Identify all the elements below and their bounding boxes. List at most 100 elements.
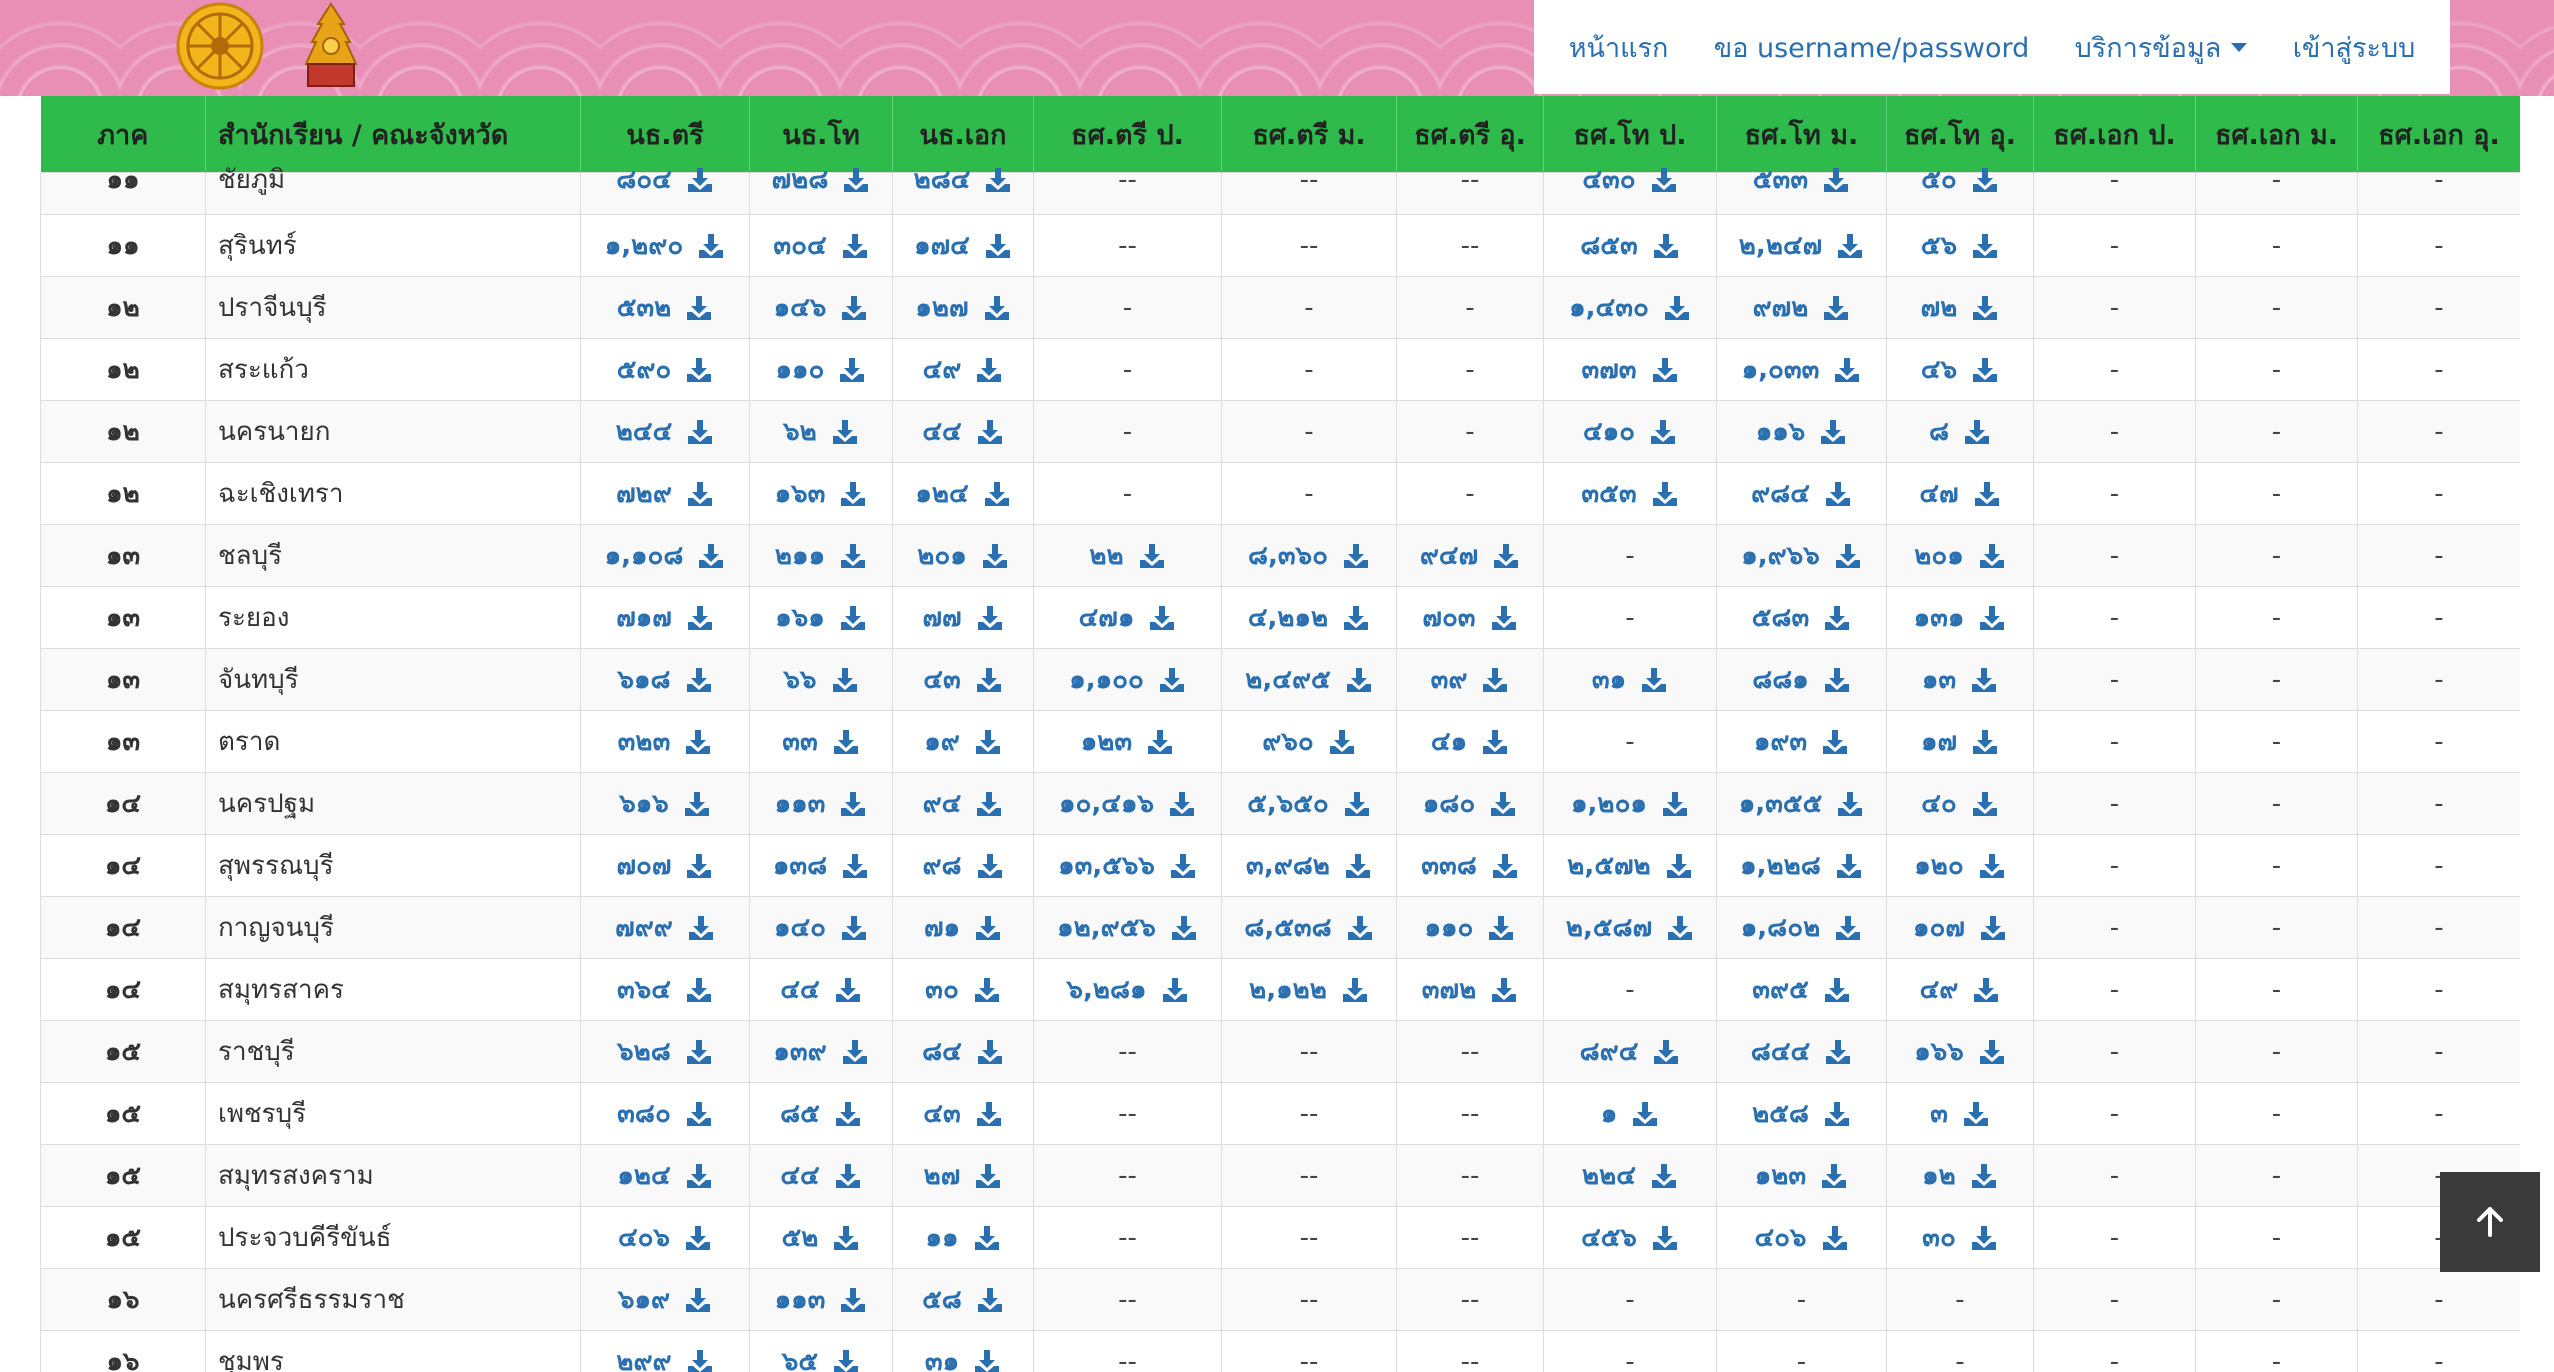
download-icon[interactable] bbox=[841, 1038, 869, 1066]
download-link[interactable]: ๔๓ bbox=[923, 1093, 1002, 1134]
download-link[interactable]: ๙๘๔ bbox=[1751, 473, 1852, 514]
download-icon[interactable] bbox=[686, 480, 714, 508]
download-link[interactable]: ๔๗ bbox=[1919, 473, 2000, 514]
download-icon[interactable] bbox=[1663, 294, 1691, 322]
download-icon[interactable] bbox=[1492, 542, 1520, 570]
download-icon[interactable] bbox=[842, 166, 870, 194]
download-icon[interactable] bbox=[839, 480, 867, 508]
download-icon[interactable] bbox=[1971, 232, 1999, 260]
download-link[interactable]: ๑๗๔ bbox=[914, 225, 1012, 266]
download-link[interactable]: ๑๓ bbox=[1922, 659, 1998, 700]
download-icon[interactable] bbox=[841, 852, 869, 880]
download-icon[interactable] bbox=[1652, 232, 1680, 260]
download-icon[interactable] bbox=[975, 1100, 1003, 1128]
download-link[interactable]: ๔๙ bbox=[1920, 969, 2001, 1010]
nav-login-link[interactable]: เข้าสู่ระบบ bbox=[2293, 26, 2416, 69]
download-icon[interactable] bbox=[1971, 294, 1999, 322]
download-icon[interactable] bbox=[1978, 542, 2006, 570]
download-icon[interactable] bbox=[697, 542, 725, 570]
download-link[interactable]: ๖๑๖ bbox=[619, 783, 711, 824]
download-icon[interactable] bbox=[1170, 914, 1198, 942]
download-icon[interactable] bbox=[1971, 728, 1999, 756]
download-link[interactable]: ๑๐๗ bbox=[1913, 907, 2007, 948]
download-link[interactable]: ๗๒๘ bbox=[772, 159, 871, 200]
download-link[interactable]: ๒๒๔ bbox=[1582, 1155, 1678, 1196]
download-link[interactable]: ๔๔ bbox=[780, 969, 861, 1010]
download-link[interactable]: ๓๓ bbox=[782, 721, 860, 762]
download-icon[interactable] bbox=[975, 356, 1003, 384]
download-link[interactable]: ๑,๒๐๑ bbox=[1571, 783, 1689, 824]
download-link[interactable]: ๕๖ bbox=[1921, 225, 1999, 266]
download-icon[interactable] bbox=[1341, 976, 1369, 1004]
download-icon[interactable] bbox=[1346, 914, 1374, 942]
download-icon[interactable] bbox=[1650, 166, 1678, 194]
download-icon[interactable] bbox=[1836, 232, 1864, 260]
download-icon[interactable] bbox=[686, 418, 714, 446]
results-table-container[interactable]: ภาค สำนักเรียน / คณะจังหวัด นธ.ตรี นธ.โท นธ.… bbox=[40, 96, 2520, 1372]
download-link[interactable]: ๔๓ bbox=[923, 659, 1002, 700]
download-link[interactable]: ๑,๔๓๐ bbox=[1569, 287, 1691, 328]
download-icon[interactable] bbox=[1146, 728, 1174, 756]
download-icon[interactable] bbox=[1342, 604, 1370, 632]
nav-home-link[interactable]: หน้าแรก bbox=[1569, 26, 1669, 69]
download-link[interactable]: ๕๓๒ bbox=[617, 287, 714, 328]
download-link[interactable]: ๒๒ bbox=[1089, 535, 1165, 576]
download-link[interactable]: ๑,๑๐๘ bbox=[605, 535, 726, 576]
download-icon[interactable] bbox=[1640, 666, 1668, 694]
download-icon[interactable] bbox=[976, 1038, 1004, 1066]
download-icon[interactable] bbox=[975, 666, 1003, 694]
download-link[interactable]: ๑๒๓ bbox=[1755, 1155, 1848, 1196]
download-icon[interactable] bbox=[1835, 852, 1863, 880]
download-icon[interactable] bbox=[1490, 976, 1518, 1004]
download-icon[interactable] bbox=[840, 914, 868, 942]
download-link[interactable]: ๑๒๗ bbox=[915, 287, 1010, 328]
download-link[interactable]: ๙๔ bbox=[923, 783, 1004, 824]
download-link[interactable]: ๘๕ bbox=[780, 1093, 862, 1134]
download-icon[interactable] bbox=[981, 542, 1009, 570]
download-icon[interactable] bbox=[1836, 790, 1864, 818]
download-icon[interactable] bbox=[839, 604, 867, 632]
download-link[interactable]: ๗๑๗ bbox=[616, 597, 714, 638]
download-icon[interactable] bbox=[1973, 480, 2001, 508]
download-icon[interactable] bbox=[1169, 852, 1197, 880]
download-icon[interactable] bbox=[1328, 728, 1356, 756]
download-link[interactable]: ๑๒,๙๕๖ bbox=[1057, 907, 1198, 948]
download-link[interactable]: ๔๓๐ bbox=[1582, 159, 1677, 200]
download-link[interactable]: ๒๗ bbox=[924, 1155, 1003, 1196]
download-icon[interactable] bbox=[684, 728, 712, 756]
download-link[interactable]: ๑๙๓ bbox=[1754, 721, 1849, 762]
ministry-emblem-logo-icon[interactable] bbox=[300, 2, 362, 92]
download-link[interactable]: ๗๙๙ bbox=[615, 907, 715, 948]
download-icon[interactable] bbox=[1823, 604, 1851, 632]
download-icon[interactable] bbox=[1820, 1162, 1848, 1190]
download-link[interactable]: ๓๖๔ bbox=[617, 969, 713, 1010]
download-icon[interactable] bbox=[1971, 356, 1999, 384]
download-link[interactable]: ๔๗๑ bbox=[1079, 597, 1177, 638]
download-link[interactable]: ๑๑๐ bbox=[1425, 907, 1516, 948]
download-link[interactable]: ๓,๙๘๒ bbox=[1246, 845, 1372, 886]
download-icon[interactable] bbox=[686, 166, 714, 194]
download-link[interactable]: ๑๒๓ bbox=[1081, 721, 1174, 762]
download-link[interactable]: ๓๘๐ bbox=[617, 1093, 713, 1134]
download-icon[interactable] bbox=[685, 666, 713, 694]
nav-services-dropdown[interactable]: บริการข้อมูล bbox=[2075, 26, 2248, 69]
download-icon[interactable] bbox=[834, 1162, 862, 1190]
download-icon[interactable] bbox=[1821, 728, 1849, 756]
download-icon[interactable] bbox=[1481, 728, 1509, 756]
download-icon[interactable] bbox=[684, 1224, 712, 1252]
download-link[interactable]: ๑๐,๔๑๖ bbox=[1059, 783, 1196, 824]
download-icon[interactable] bbox=[1962, 1100, 1990, 1128]
download-link[interactable]: ๘๔๔ bbox=[1751, 1031, 1852, 1072]
download-icon[interactable] bbox=[1824, 1038, 1852, 1066]
download-link[interactable]: ๘๕๓ bbox=[1580, 225, 1680, 266]
download-link[interactable]: ๕๒ bbox=[782, 1217, 861, 1258]
nav-request-account-link[interactable]: ขอ username/password bbox=[1714, 26, 2030, 69]
download-link[interactable]: ๕๓๓ bbox=[1753, 159, 1850, 200]
download-icon[interactable] bbox=[1343, 790, 1371, 818]
download-icon[interactable] bbox=[1342, 542, 1370, 570]
download-link[interactable]: ๖๖ bbox=[783, 659, 858, 700]
download-link[interactable]: ๔๔ bbox=[780, 1155, 861, 1196]
download-icon[interactable] bbox=[976, 852, 1004, 880]
download-icon[interactable] bbox=[974, 914, 1002, 942]
download-icon[interactable] bbox=[1979, 914, 2007, 942]
